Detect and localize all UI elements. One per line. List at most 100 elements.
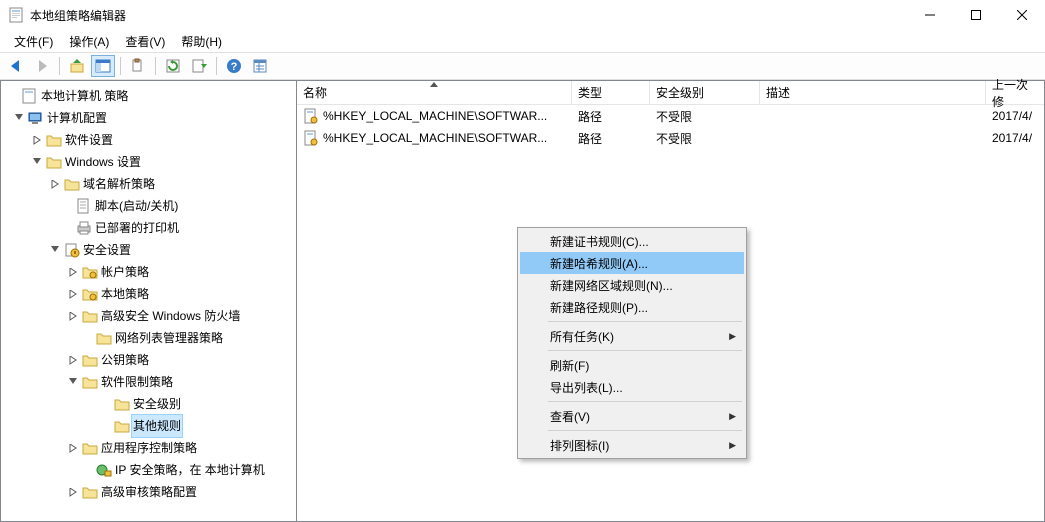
tree-account-policies[interactable]: 帐户策略 xyxy=(1,261,296,283)
tree-computer-config[interactable]: 计算机配置 xyxy=(1,107,296,129)
tree-twisty[interactable] xyxy=(47,180,63,189)
tree[interactable]: 本地计算机 策略 计算机配置 软件设置 Windows 设置 域名解析策 xyxy=(1,85,296,503)
folder-icon xyxy=(81,353,99,367)
folder-icon xyxy=(95,331,113,345)
tree-label: 公钥策略 xyxy=(99,349,151,371)
folder-icon xyxy=(113,397,131,411)
tree-label: 软件设置 xyxy=(63,129,115,151)
menu-new-hash-rule[interactable]: 新建哈希规则(A)... xyxy=(520,252,744,274)
column-security-level[interactable]: 安全级别 xyxy=(650,81,760,104)
cell-name: %HKEY_LOCAL_MACHINE\SOFTWAR... xyxy=(297,108,572,124)
list-row[interactable]: %HKEY_LOCAL_MACHINE\SOFTWAR...路径不受限2017/… xyxy=(297,105,1044,127)
tree-label: IP 安全策略，在 本地计算机 xyxy=(113,459,267,481)
menu-help[interactable]: 帮助(H) xyxy=(173,31,230,52)
tree-label: 已部署的打印机 xyxy=(93,217,181,239)
tree-software-settings[interactable]: 软件设置 xyxy=(1,129,296,151)
tree-scripts[interactable]: 脚本(启动/关机) xyxy=(1,195,296,217)
column-type[interactable]: 类型 xyxy=(572,81,650,104)
tree-twisty[interactable] xyxy=(65,488,81,497)
column-last-modified[interactable]: 上一次修 xyxy=(986,81,1044,104)
ipsec-icon xyxy=(95,462,113,478)
tree-public-key[interactable]: 公钥策略 xyxy=(1,349,296,371)
tree-label: 帐户策略 xyxy=(99,261,151,283)
folder-icon xyxy=(81,309,99,323)
minimize-button[interactable] xyxy=(907,0,953,30)
tree-srp[interactable]: 软件限制策略 xyxy=(1,371,296,393)
maximize-button[interactable] xyxy=(953,0,999,30)
tree-twisty[interactable] xyxy=(11,114,27,123)
tree-label: 安全级别 xyxy=(131,393,183,415)
folder-icon xyxy=(81,375,99,389)
column-name[interactable]: 名称 xyxy=(297,81,572,104)
list-row[interactable]: %HKEY_LOCAL_MACHINE\SOFTWAR...路径不受限2017/… xyxy=(297,127,1044,149)
tree-app-control[interactable]: 应用程序控制策略 xyxy=(1,437,296,459)
menu-arrange-icons[interactable]: 排列图标(I) xyxy=(520,434,744,456)
tree-twisty[interactable] xyxy=(65,378,81,387)
folder-lock-icon xyxy=(81,265,99,279)
help-button[interactable]: ? xyxy=(222,55,246,77)
cell-text: %HKEY_LOCAL_MACHINE\SOFTWAR... xyxy=(323,109,547,123)
tree-adv-audit[interactable]: 高级审核策略配置 xyxy=(1,481,296,503)
show-hide-tree-button[interactable] xyxy=(91,55,115,77)
menu-view[interactable]: 查看(V) xyxy=(117,31,173,52)
tree-twisty[interactable] xyxy=(65,444,81,453)
menu-all-tasks[interactable]: 所有任务(K) xyxy=(520,325,744,347)
tree-nrp[interactable]: 域名解析策略 xyxy=(1,173,296,195)
tree-adv-firewall[interactable]: 高级安全 Windows 防火墙 xyxy=(1,305,296,327)
tree-other-rules[interactable]: 其他规则 xyxy=(1,415,296,437)
tree-twisty[interactable] xyxy=(65,290,81,299)
menu-new-netzone-rule[interactable]: 新建网络区域规则(N)... xyxy=(520,274,744,296)
menu-export-list[interactable]: 导出列表(L)... xyxy=(520,376,744,398)
tree-label: 本地策略 xyxy=(99,283,151,305)
column-label: 上一次修 xyxy=(992,76,1038,110)
tree-sec-levels[interactable]: 安全级别 xyxy=(1,393,296,415)
tree-root[interactable]: 本地计算机 策略 xyxy=(1,85,296,107)
close-button[interactable] xyxy=(999,0,1045,30)
tree-label: 软件限制策略 xyxy=(99,371,175,393)
tree-label: 高级审核策略配置 xyxy=(99,481,199,503)
column-label: 名称 xyxy=(303,84,327,101)
forward-button[interactable] xyxy=(30,55,54,77)
folder-icon xyxy=(45,133,63,147)
tree-security-settings[interactable]: 安全设置 xyxy=(1,239,296,261)
printer-icon xyxy=(75,220,93,236)
tree-label: 安全设置 xyxy=(81,239,133,261)
copy-button[interactable] xyxy=(126,55,150,77)
tree-label: 网络列表管理器策略 xyxy=(113,327,225,349)
tree-twisty[interactable] xyxy=(29,158,45,167)
tree-windows-settings[interactable]: Windows 设置 xyxy=(1,151,296,173)
tree-netlist[interactable]: 网络列表管理器策略 xyxy=(1,327,296,349)
tree-printers[interactable]: 已部署的打印机 xyxy=(1,217,296,239)
properties-button[interactable] xyxy=(248,55,272,77)
export-button[interactable] xyxy=(187,55,211,77)
back-button[interactable] xyxy=(4,55,28,77)
tree-pane: 本地计算机 策略 计算机配置 软件设置 Windows 设置 域名解析策 xyxy=(0,80,297,522)
menu-file[interactable]: 文件(F) xyxy=(6,31,61,52)
tree-ipsec[interactable]: IP 安全策略，在 本地计算机 xyxy=(1,459,296,481)
toolbar-separator xyxy=(120,57,121,75)
tree-twisty[interactable] xyxy=(65,268,81,277)
tree-twisty[interactable] xyxy=(47,246,63,255)
tree-twisty[interactable] xyxy=(65,312,81,321)
column-headers: 名称 类型 安全级别 描述 上一次修 xyxy=(297,81,1044,105)
tree-label: 高级安全 Windows 防火墙 xyxy=(99,305,242,327)
tree-label: 应用程序控制策略 xyxy=(99,437,199,459)
menu-action[interactable]: 操作(A) xyxy=(61,31,117,52)
menu-view[interactable]: 查看(V) xyxy=(520,405,744,427)
tree-twisty[interactable] xyxy=(65,356,81,365)
tree-label: 脚本(启动/关机) xyxy=(93,195,180,217)
registry-icon xyxy=(303,108,319,124)
menu-refresh[interactable]: 刷新(F) xyxy=(520,354,744,376)
list-body[interactable]: %HKEY_LOCAL_MACHINE\SOFTWAR...路径不受限2017/… xyxy=(297,105,1044,149)
folder-icon xyxy=(81,441,99,455)
tree-twisty[interactable] xyxy=(29,136,45,145)
menu-new-path-rule[interactable]: 新建路径规则(P)... xyxy=(520,296,744,318)
tree-local-policies[interactable]: 本地策略 xyxy=(1,283,296,305)
menu-separator xyxy=(548,350,742,351)
menu-new-cert-rule[interactable]: 新建证书规则(C)... xyxy=(520,230,744,252)
tree-label: 其他规则 xyxy=(131,414,183,438)
column-label: 描述 xyxy=(766,84,790,101)
up-button[interactable] xyxy=(65,55,89,77)
column-description[interactable]: 描述 xyxy=(760,81,986,104)
refresh-button[interactable] xyxy=(161,55,185,77)
